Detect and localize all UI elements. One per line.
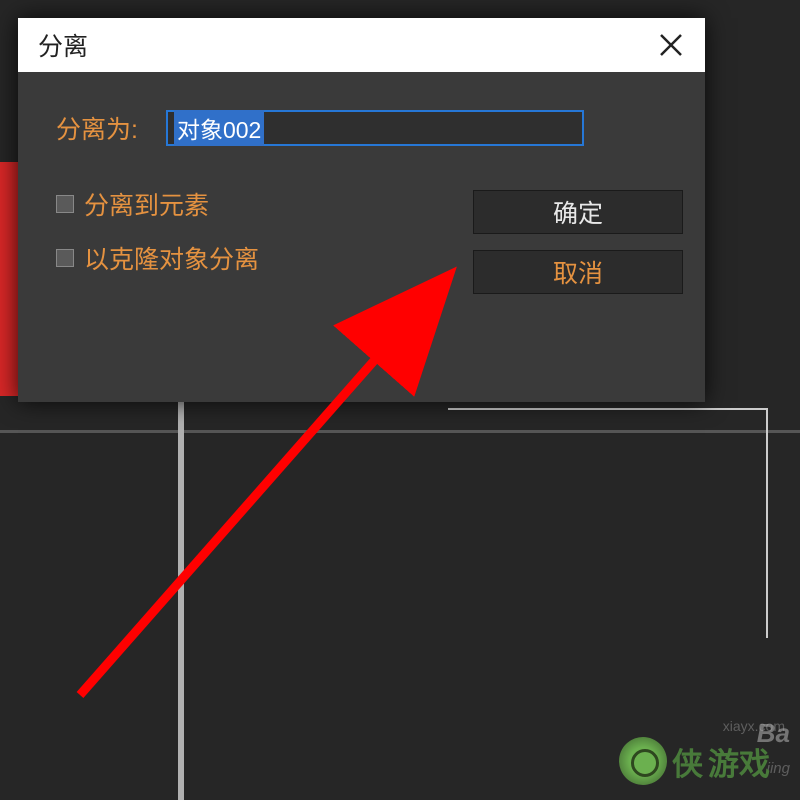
checkbox-icon xyxy=(56,249,74,267)
dialog-title: 分离 xyxy=(38,27,88,63)
checkbox-label: 以克隆对象分离 xyxy=(84,240,259,276)
bg-object-outline xyxy=(448,408,768,638)
watermark-jingyan: jing xyxy=(767,760,790,777)
detach-name-value: 对象002 xyxy=(174,110,264,146)
game-logo-icon xyxy=(619,737,667,785)
cancel-button-label: 取消 xyxy=(553,254,603,290)
watermark-game: 侠 游戏 xyxy=(619,737,770,785)
detach-dialog: 分离 分离为: 对象002 分离到元素 以克隆对象分离 xyxy=(18,18,705,402)
detach-as-label: 分离为: xyxy=(56,110,138,146)
confirm-button-label: 确定 xyxy=(553,194,603,230)
dialog-content: 分离为: 对象002 分离到元素 以克隆对象分离 确定 取消 xyxy=(18,72,705,402)
checkbox-icon xyxy=(56,195,74,213)
cancel-button[interactable]: 取消 xyxy=(473,250,683,294)
checkbox-group: 分离到元素 以克隆对象分离 xyxy=(56,186,259,294)
dialog-titlebar: 分离 xyxy=(18,18,705,72)
bg-edge-line xyxy=(178,380,184,800)
checkbox-label: 分离到元素 xyxy=(84,186,209,222)
confirm-button[interactable]: 确定 xyxy=(473,190,683,234)
watermark-game-brand: 侠 xyxy=(672,739,703,784)
name-row: 分离为: 对象002 xyxy=(56,110,685,146)
dialog-buttons: 确定 取消 xyxy=(473,190,683,294)
detach-as-clone-checkbox[interactable]: 以克隆对象分离 xyxy=(56,240,259,276)
watermark-game-text: 游戏 xyxy=(708,739,770,784)
detach-name-input[interactable]: 对象002 xyxy=(166,110,584,146)
detach-to-element-checkbox[interactable]: 分离到元素 xyxy=(56,186,259,222)
close-icon[interactable] xyxy=(652,26,690,64)
